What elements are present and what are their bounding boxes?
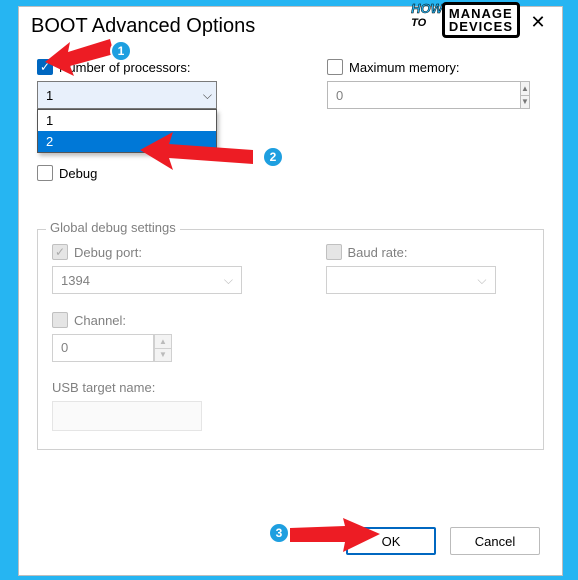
processor-option-2[interactable]: 2 [38, 131, 216, 152]
dialog-body: Number of processors: 1 ⌵ 1 2 Debug [19, 47, 562, 575]
channel-checkbox [52, 312, 68, 328]
num-processors-label: Number of processors: [59, 60, 191, 75]
channel-label: Channel: [74, 313, 126, 328]
debug-port-combobox: 1394 ⌵ [52, 266, 242, 294]
mem-up-icon[interactable]: ▲ [520, 81, 530, 95]
baud-rate-checkbox [326, 244, 342, 260]
ok-button[interactable]: OK [346, 527, 436, 555]
chevron-down-icon: ⌵ [224, 273, 233, 288]
max-memory-label: Maximum memory: [349, 60, 460, 75]
debug-port-checkbox [52, 244, 68, 260]
debug-port-value: 1394 [61, 273, 90, 288]
close-icon[interactable]: ✕ [514, 7, 562, 41]
channel-value: 0 [52, 334, 154, 362]
global-debug-title: Global debug settings [46, 220, 180, 235]
button-bar: OK Cancel [346, 527, 540, 555]
num-processors-dropdown[interactable]: 1 2 [37, 109, 217, 153]
debug-checkbox[interactable] [37, 165, 53, 181]
titlebar: BOOT Advanced Options ✕ [19, 7, 562, 47]
max-memory-checkbox[interactable] [327, 59, 343, 75]
num-processors-combobox[interactable]: 1 ⌵ [37, 81, 217, 109]
max-memory-value[interactable] [327, 81, 520, 109]
num-processors-checkbox[interactable] [37, 59, 53, 75]
usb-target-label: USB target name: [52, 380, 256, 395]
debug-label: Debug [59, 166, 97, 181]
global-debug-group: Global debug settings Debug port: 1394 ⌵… [37, 229, 544, 450]
processor-option-1[interactable]: 1 [38, 110, 216, 131]
baud-rate-combobox: ⌵ [326, 266, 496, 294]
dialog-title: BOOT Advanced Options [31, 15, 255, 38]
channel-spin: 0 ▲ ▼ [52, 334, 172, 362]
chan-up-icon: ▲ [154, 334, 172, 348]
debug-port-label: Debug port: [74, 245, 142, 260]
num-processors-selected: 1 [46, 88, 53, 103]
chan-down-icon: ▼ [154, 348, 172, 363]
cancel-button[interactable]: Cancel [450, 527, 540, 555]
baud-rate-label: Baud rate: [348, 245, 408, 260]
max-memory-spin[interactable]: ▲ ▼ [327, 81, 457, 109]
chevron-down-icon: ⌵ [203, 88, 212, 103]
chevron-down-icon: ⌵ [477, 273, 486, 288]
mem-down-icon[interactable]: ▼ [520, 95, 530, 110]
usb-target-field [52, 401, 202, 431]
boot-advanced-dialog: BOOT Advanced Options ✕ HOW TO MANAGE DE… [18, 6, 563, 576]
